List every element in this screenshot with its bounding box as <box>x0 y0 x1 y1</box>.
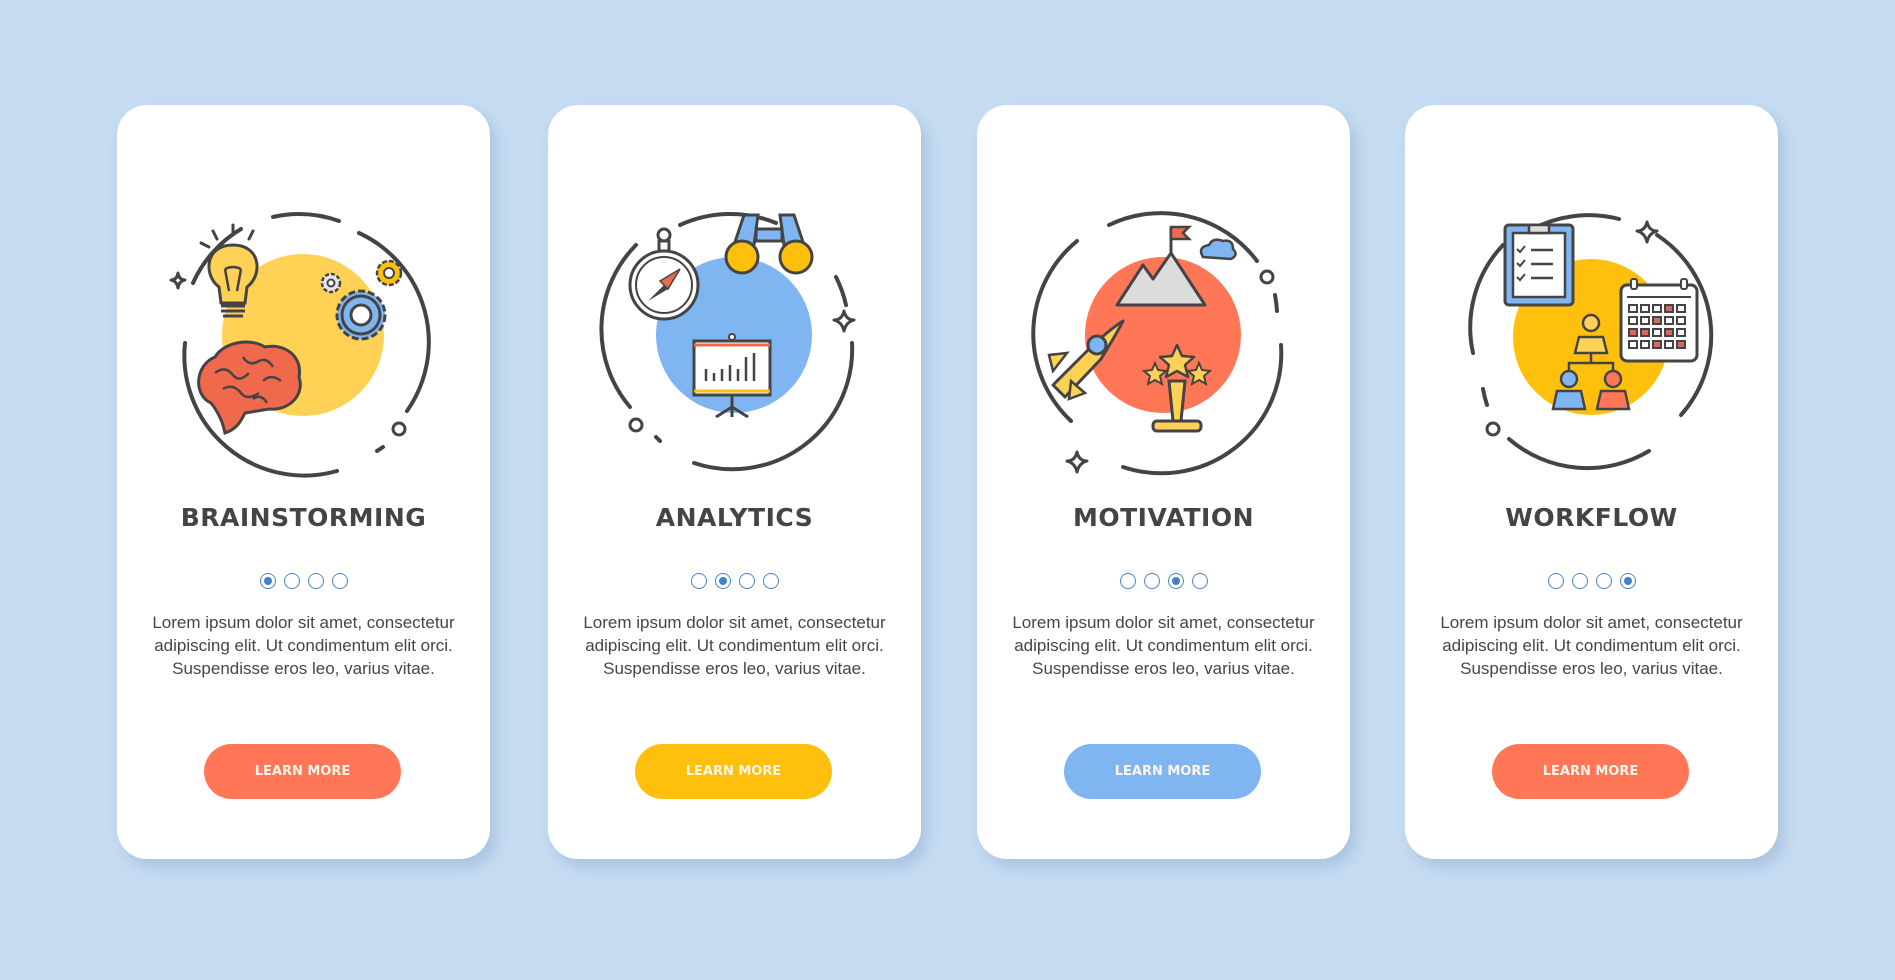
workflow-illustration <box>1468 213 1714 471</box>
onboarding-card-motivation: MOTIVATION Lorem ipsum dolor sit amet, c… <box>977 105 1350 859</box>
page-dot-4[interactable] <box>762 573 779 589</box>
sparkle-icon <box>832 309 856 333</box>
cloud-icon <box>1199 238 1237 261</box>
page-dot-1[interactable] <box>1547 573 1564 589</box>
page-dot-3[interactable] <box>1595 573 1612 589</box>
card-description: Lorem ipsum dolor sit amet, consectetur … <box>152 613 455 678</box>
brainstorming-illustration <box>169 212 431 478</box>
page-indicator <box>1405 573 1778 589</box>
calendar-icon <box>1619 278 1699 363</box>
page-indicator <box>117 573 490 589</box>
sparkle-icon <box>1635 220 1659 244</box>
page-dot-3[interactable] <box>307 573 324 589</box>
onboarding-card-workflow: WORKFLOW Lorem ipsum dolor sit amet, con… <box>1405 105 1778 859</box>
page-dot-2[interactable] <box>1571 573 1588 589</box>
learn-more-button[interactable]: LEARN MORE <box>1492 744 1689 799</box>
sparkle-icon <box>169 271 187 290</box>
onboarding-card-brainstorming: BRAINSTORMING Lorem ipsum dolor sit amet… <box>117 105 490 859</box>
card-description: Lorem ipsum dolor sit amet, consectetur … <box>1440 613 1743 678</box>
page-dot-4[interactable] <box>1619 573 1636 589</box>
card-title: MOTIVATION <box>1072 503 1255 532</box>
page-dot-1[interactable] <box>259 573 276 589</box>
onboarding-card-analytics: ANALYTICS Lorem ipsum dolor sit amet, co… <box>548 105 921 859</box>
binoculars-icon <box>724 213 814 275</box>
page-dot-3[interactable] <box>1167 573 1184 589</box>
page-dot-1[interactable] <box>1119 573 1136 589</box>
compass-icon <box>628 227 700 321</box>
learn-more-button[interactable]: LEARN MORE <box>635 744 832 799</box>
learn-more-button[interactable]: LEARN MORE <box>1064 744 1261 799</box>
card-title: BRAINSTORMING <box>180 503 427 532</box>
page-dot-4[interactable] <box>1191 573 1208 589</box>
page-dot-2[interactable] <box>283 573 300 589</box>
page-dot-2[interactable] <box>1143 573 1160 589</box>
motivation-illustration <box>1031 211 1284 476</box>
analytics-illustration <box>599 211 856 472</box>
page-dot-2[interactable] <box>714 573 731 589</box>
page-dot-4[interactable] <box>331 573 348 589</box>
learn-more-button[interactable]: LEARN MORE <box>204 744 401 799</box>
brain-icon <box>197 340 302 435</box>
page-dot-1[interactable] <box>690 573 707 589</box>
card-description: Lorem ipsum dolor sit amet, consectetur … <box>1012 613 1315 678</box>
card-description: Lorem ipsum dolor sit amet, consectetur … <box>583 613 886 678</box>
card-title: ANALYTICS <box>655 503 814 532</box>
page-indicator <box>977 573 1350 589</box>
card-title: WORKFLOW <box>1505 503 1678 532</box>
sparkle-icon <box>1065 450 1089 474</box>
clipboard-checklist-icon <box>1503 223 1575 307</box>
page-dot-3[interactable] <box>738 573 755 589</box>
page-indicator <box>548 573 921 589</box>
